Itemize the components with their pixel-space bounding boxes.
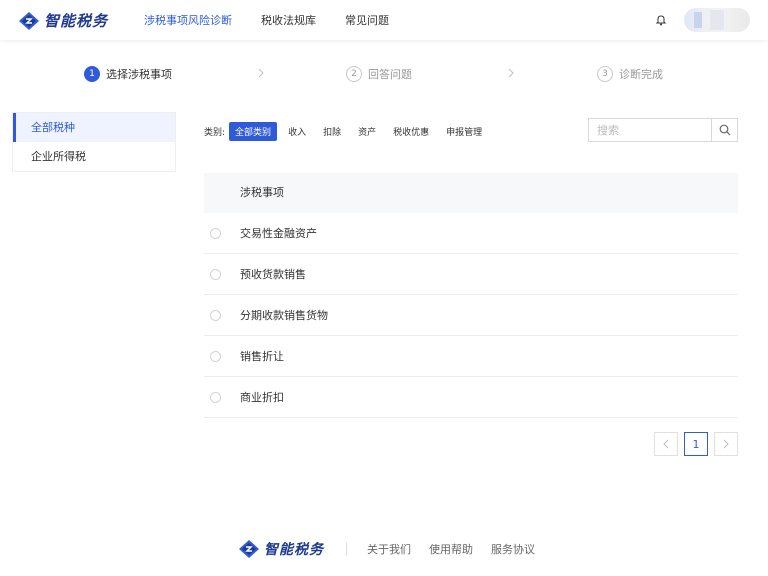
search-button[interactable] xyxy=(711,119,737,141)
brand-name: 智能税务 xyxy=(264,542,324,558)
filter-chip-assets[interactable]: 资产 xyxy=(352,122,382,141)
page-number-button[interactable]: 1 xyxy=(684,432,708,456)
step-complete: 3 诊断完成 xyxy=(597,66,663,82)
brand-mark-icon xyxy=(239,540,259,558)
row-label: 交易性金融资产 xyxy=(240,227,317,240)
footer-link-help[interactable]: 使用帮助 xyxy=(429,541,473,557)
next-page-button[interactable] xyxy=(714,432,738,456)
table-row[interactable]: 分期收款销售货物 xyxy=(204,295,738,336)
pagination: 1 xyxy=(654,432,738,456)
filter-chip-filing[interactable]: 申报管理 xyxy=(440,122,488,141)
filter-label: 类别: xyxy=(204,128,226,138)
step-answer: 2 回答问题 xyxy=(346,66,412,82)
footer-logo[interactable]: 智能税务 xyxy=(238,539,324,559)
main-nav: 涉税事项风险诊断 税收法规库 常见问题 xyxy=(144,12,389,28)
bell-icon[interactable] xyxy=(655,14,667,26)
table-row[interactable]: 交易性金融资产 xyxy=(204,213,738,254)
step-label: 回答问题 xyxy=(368,68,412,81)
table-row[interactable]: 商业折扣 xyxy=(204,377,738,418)
filter-chip-deduction[interactable]: 扣除 xyxy=(317,122,347,141)
radio-button[interactable] xyxy=(210,227,221,239)
chevron-right-icon xyxy=(258,68,264,78)
radio-button[interactable] xyxy=(210,268,221,280)
row-label: 分期收款销售货物 xyxy=(240,309,328,322)
brand-mark-icon xyxy=(19,11,39,30)
step-label: 选择涉税事项 xyxy=(106,68,172,81)
table-row[interactable]: 销售折让 xyxy=(204,336,738,377)
step-number: 1 xyxy=(84,66,100,82)
search-icon xyxy=(719,124,730,136)
top-navbar: 智能税务 涉税事项风险诊断 税收法规库 常见问题 xyxy=(0,0,768,40)
chevron-right-icon xyxy=(723,439,729,449)
nav-risk-diagnosis[interactable]: 涉税事项风险诊断 xyxy=(144,12,232,28)
step-number: 3 xyxy=(597,66,613,82)
category-filter: 类别: 全部类别 收入 扣除 资产 税收优惠 申报管理 xyxy=(204,122,493,141)
step-number: 2 xyxy=(346,66,362,82)
table-row[interactable]: 预收货款销售 xyxy=(204,254,738,295)
footer: 智能税务 关于我们 使用帮助 服务协议 xyxy=(238,539,553,559)
search-box xyxy=(588,118,738,142)
chevron-right-icon xyxy=(508,68,514,78)
filter-chip-income[interactable]: 收入 xyxy=(282,122,312,141)
user-avatar[interactable] xyxy=(684,8,750,32)
tax-type-sidebar: 全部税种 企业所得税 xyxy=(12,112,176,172)
footer-link-terms[interactable]: 服务协议 xyxy=(491,541,535,557)
row-label: 商业折扣 xyxy=(240,391,284,404)
tax-items-table: 涉税事项 交易性金融资产 预收货款销售 分期收款销售货物 销售折让 商业折扣 xyxy=(204,173,738,418)
progress-steps: 1 选择涉税事项 2 回答问题 3 诊断完成 xyxy=(0,66,768,86)
sidebar-item-all-taxes[interactable]: 全部税种 xyxy=(13,113,175,142)
brand-logo[interactable]: 智能税务 xyxy=(18,10,108,31)
prev-page-button[interactable] xyxy=(654,432,678,456)
chevron-left-icon xyxy=(663,439,669,449)
step-select: 1 选择涉税事项 xyxy=(84,66,172,82)
search-input[interactable] xyxy=(589,119,711,141)
filter-chip-all[interactable]: 全部类别 xyxy=(229,122,278,141)
table-header: 涉税事项 xyxy=(204,173,738,213)
footer-link-about[interactable]: 关于我们 xyxy=(367,541,411,557)
radio-button[interactable] xyxy=(210,350,221,362)
radio-button[interactable] xyxy=(210,309,221,321)
row-label: 销售折让 xyxy=(240,350,284,363)
nav-tax-regulations[interactable]: 税收法规库 xyxy=(261,12,316,28)
step-label: 诊断完成 xyxy=(619,68,663,81)
brand-name: 智能税务 xyxy=(44,12,109,30)
sidebar-item-corporate-income-tax[interactable]: 企业所得税 xyxy=(13,142,175,171)
nav-faq[interactable]: 常见问题 xyxy=(345,12,389,28)
radio-button[interactable] xyxy=(210,391,221,403)
row-label: 预收货款销售 xyxy=(240,268,306,281)
filter-chip-tax-incentives[interactable]: 税收优惠 xyxy=(387,122,435,141)
divider xyxy=(346,542,347,556)
